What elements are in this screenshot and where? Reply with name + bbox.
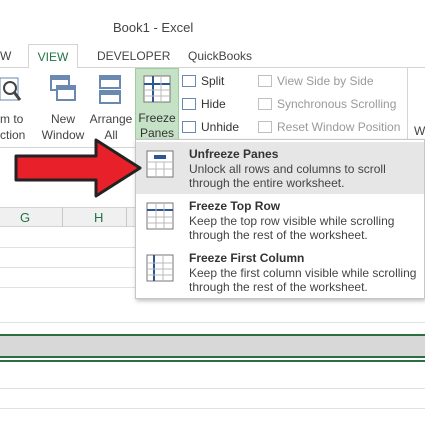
hide-button[interactable]: Hide [182,95,252,113]
menu-item-freeze-top-row[interactable]: Freeze Top Row Keep the top row visible … [136,194,424,246]
split-button[interactable]: Split [182,72,252,90]
unhide-icon [182,121,196,133]
hide-icon [182,98,196,110]
red-arrow [14,138,142,198]
new-window-icon [50,75,76,101]
grid-line [0,322,425,323]
view-side-by-side-label: View Side by Side [277,74,374,88]
unhide-button[interactable]: Unhide [182,118,252,136]
grid-line [0,408,425,409]
freeze-panes-button[interactable]: Freeze Panes ▾ [135,68,179,155]
reset-window-icon [258,121,272,133]
tab-developer[interactable]: DEVELOPER [97,44,170,68]
column-header-g[interactable]: G [20,210,30,225]
view-side-by-side-icon [258,75,272,87]
menu-item-description: Unlock all rows and columns to scroll th… [189,162,386,190]
header-divider [126,207,127,227]
freeze-panes-icon [143,75,171,103]
menu-item-unfreeze-panes[interactable]: Unfreeze Panes Unlock all rows and colum… [136,142,424,194]
freeze-first-column-icon [146,254,174,282]
tab-view[interactable]: VIEW [28,44,78,69]
tab-review-partial[interactable]: W [0,44,12,68]
switch-windows-partial[interactable]: W [414,124,425,138]
grid-line [0,388,425,389]
menu-item-title: Freeze First Column [189,251,305,265]
grid-line [0,287,140,288]
split-icon [182,75,196,87]
menu-item-freeze-first-column[interactable]: Freeze First Column Keep the first colum… [136,246,424,298]
new-window-label-top: New [50,112,75,126]
tab-quickbooks[interactable]: QuickBooks [188,44,268,68]
menu-item-description: Keep the first column visible while scro… [189,266,417,294]
column-header-row: G H [0,207,140,227]
reset-window-position-button[interactable]: Reset Window Position [258,118,403,136]
zoom-selection-icon [0,77,22,101]
grid-line [0,247,140,248]
zoom-label-top: m to [0,112,24,126]
new-window-button[interactable]: New Window [40,72,86,144]
reset-window-position-label: Reset Window Position [277,120,401,134]
frozen-pane-divider [0,334,425,358]
column-header-h[interactable]: H [94,210,103,225]
sync-scrolling-button[interactable]: Synchronous Scrolling [258,95,403,113]
arrange-label-top: Arrange [89,112,133,126]
ribbon-tabs: W VIEW DEVELOPER QuickBooks [0,44,425,69]
freeze-top-row-icon [146,202,174,230]
header-divider [62,207,63,227]
zoom-to-selection-button[interactable]: m to ction [0,72,30,144]
window-title: Book1 - Excel [113,20,194,35]
unhide-label: Unhide [201,120,240,134]
group-divider [407,68,408,140]
arrange-all-button[interactable]: Arrange All [88,72,134,144]
freeze-label-top: Freeze [138,111,176,125]
grid-line [0,267,140,268]
sync-scrolling-label: Synchronous Scrolling [277,97,397,111]
hide-label: Hide [201,97,226,111]
title-bar: Book1 - Excel [0,0,425,44]
menu-item-title: Unfreeze Panes [189,147,279,161]
split-label: Split [201,74,225,88]
menu-item-description: Keep the top row visible while scrolling… [189,214,395,242]
sync-scrolling-icon [258,98,272,110]
view-side-by-side-button[interactable]: View Side by Side [258,72,403,90]
freeze-panes-menu: Unfreeze Panes Unlock all rows and colum… [135,139,425,299]
menu-item-title: Freeze Top Row [189,199,281,213]
arrange-all-icon [99,75,121,104]
freeze-line [0,360,425,362]
